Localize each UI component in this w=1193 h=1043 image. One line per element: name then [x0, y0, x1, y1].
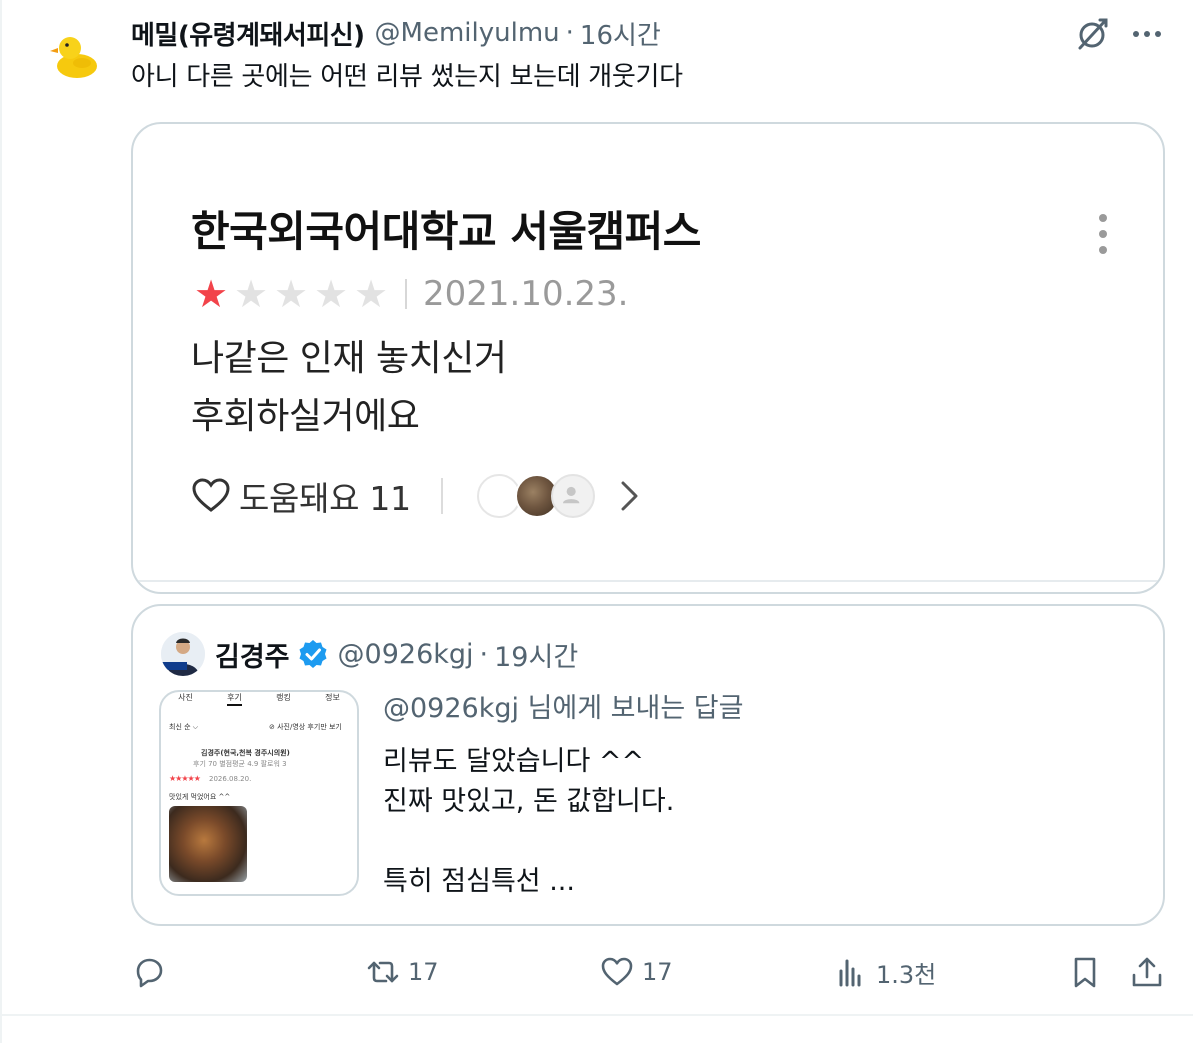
share-button[interactable]	[1130, 950, 1164, 994]
reply-icon	[136, 958, 163, 988]
thumb-sort: 최신 순 ⌵	[169, 723, 199, 731]
grok-icon[interactable]	[1074, 16, 1110, 52]
tweet-time[interactable]: 16시간	[580, 15, 661, 52]
timeline-left-border	[0, 0, 2, 1043]
more-icon[interactable]	[1130, 20, 1164, 48]
thumb-review-text: 맛있게 먹었어요 ^^	[169, 793, 231, 801]
views-button[interactable]: 1.3천	[834, 950, 936, 994]
thumb-tab: 후기	[227, 692, 242, 706]
review-line-1: 나같은 인재 놓치신거	[191, 338, 507, 379]
review-line-2: 후회하실거에요	[191, 396, 420, 437]
thumb-tab: 사진	[178, 693, 193, 702]
quoted-display-name[interactable]: 김경주	[215, 635, 290, 674]
rating-divider	[405, 279, 407, 309]
thumb-filter: ⊘ 사진/영상 후기만 보기	[269, 723, 342, 731]
like-count: 17	[642, 958, 673, 986]
like-button[interactable]: 17	[600, 950, 673, 994]
reply-button[interactable]	[132, 950, 174, 994]
views-icon	[839, 959, 861, 987]
tweet-header: 메밀(유령계돼서피신) @Memilyulmu · 16시간	[131, 14, 661, 52]
image-inner-divider	[133, 580, 1163, 582]
thumb-reviewer-meta: 후기 70 별점평균 4.9 팔로워 3	[193, 760, 287, 768]
thumb-food-photo	[169, 806, 247, 882]
action-bar: 17 17 1.3천	[0, 950, 1193, 994]
star-empty-icon: ★	[353, 272, 389, 316]
star-empty-icon: ★	[273, 272, 309, 316]
star-filled-icon: ★	[193, 272, 229, 316]
person-icon	[562, 486, 580, 504]
like-icon	[601, 957, 633, 986]
user-avatar[interactable]	[46, 26, 104, 84]
thumb-reviewer: 김경주(현국,천복 경주시의원)	[201, 749, 290, 757]
verified-badge-icon	[299, 640, 327, 668]
bookmark-icon	[1074, 957, 1096, 988]
star-empty-icon: ★	[313, 272, 349, 316]
quoted-tweet[interactable]: 김경주 @0926kgj · 19시간 사진 후기 랭킹 정보 최신 순 ⌵ ⊘…	[131, 604, 1165, 926]
reactor-avatars	[476, 474, 595, 518]
bookmark-button[interactable]	[1068, 950, 1102, 994]
thumb-tabs: 사진 후기 랭킹 정보	[161, 692, 357, 706]
place-title: 한국외국어대학교 서울캠퍼스	[191, 207, 701, 256]
star-empty-icon: ★	[233, 272, 269, 316]
user-handle[interactable]: @Memilyulmu	[375, 18, 560, 48]
helpful-label: 도움돼요 11	[239, 479, 411, 518]
review-body: 나같은 인재 놓치신거 후회하실거에요	[191, 330, 507, 446]
tweet-bottom-border	[0, 1014, 1193, 1016]
rating-row: ★ ★ ★ ★ ★ 2021.10.23.	[191, 272, 629, 316]
kebab-icon	[1099, 214, 1107, 254]
share-icon	[1132, 957, 1162, 987]
review-date: 2021.10.23.	[423, 274, 629, 314]
helpful-divider	[440, 478, 443, 514]
retweet-button[interactable]: 17	[366, 950, 439, 994]
views-count: 1.3천	[876, 960, 937, 989]
quoted-header: 김경주 @0926kgj · 19시간	[215, 634, 578, 674]
review-image-card[interactable]: 한국외국어대학교 서울캠퍼스 ★ ★ ★ ★ ★ 2021.10.23. 나같은…	[131, 122, 1165, 594]
display-name[interactable]: 메밀(유령계돼서피신)	[131, 15, 365, 52]
separator-dot: ·	[565, 18, 574, 48]
heart-icon	[192, 478, 230, 512]
quoted-time[interactable]: 19시간	[494, 635, 578, 674]
separator-dot: ·	[479, 638, 489, 670]
thumb-date: 2026.08.20.	[209, 775, 252, 783]
reply-to-label: @0926kgj 님에게 보내는 답글	[383, 693, 744, 724]
thumb-tab: 정보	[325, 693, 340, 702]
quoted-handle[interactable]: @0926kgj	[338, 639, 474, 670]
retweet-count: 17	[408, 958, 439, 986]
retweet-icon	[367, 961, 399, 983]
reactor-avatar	[550, 474, 595, 518]
chevron-right-icon	[621, 481, 638, 511]
helpful-row: 도움돼요 11	[191, 474, 643, 518]
tweet-text: 아니 다른 곳에는 어떤 리뷰 썼는지 보는데 개웃기다	[131, 62, 683, 92]
quoted-avatar[interactable]	[161, 632, 205, 676]
quoted-text: 리뷰도 달았습니다 ^^ 진짜 맛있고, 돈 값합니다. 특히 점심특선 ...	[383, 746, 675, 897]
quoted-media-thumbnail[interactable]: 사진 후기 랭킹 정보 최신 순 ⌵ ⊘ 사진/영상 후기만 보기 김경주(현국…	[159, 690, 359, 896]
thumb-stars: ★★★★★	[169, 774, 201, 783]
thumb-tab: 랭킹	[276, 693, 291, 702]
